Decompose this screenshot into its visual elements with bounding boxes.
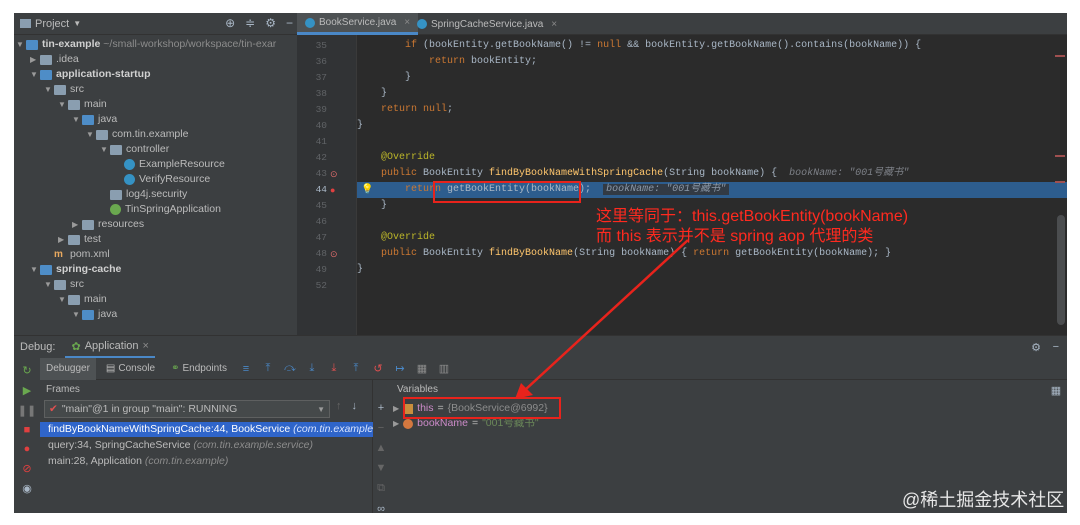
annotation-arrow xyxy=(515,239,689,399)
watermark: @稀土掘金技术社区 xyxy=(902,490,1065,510)
